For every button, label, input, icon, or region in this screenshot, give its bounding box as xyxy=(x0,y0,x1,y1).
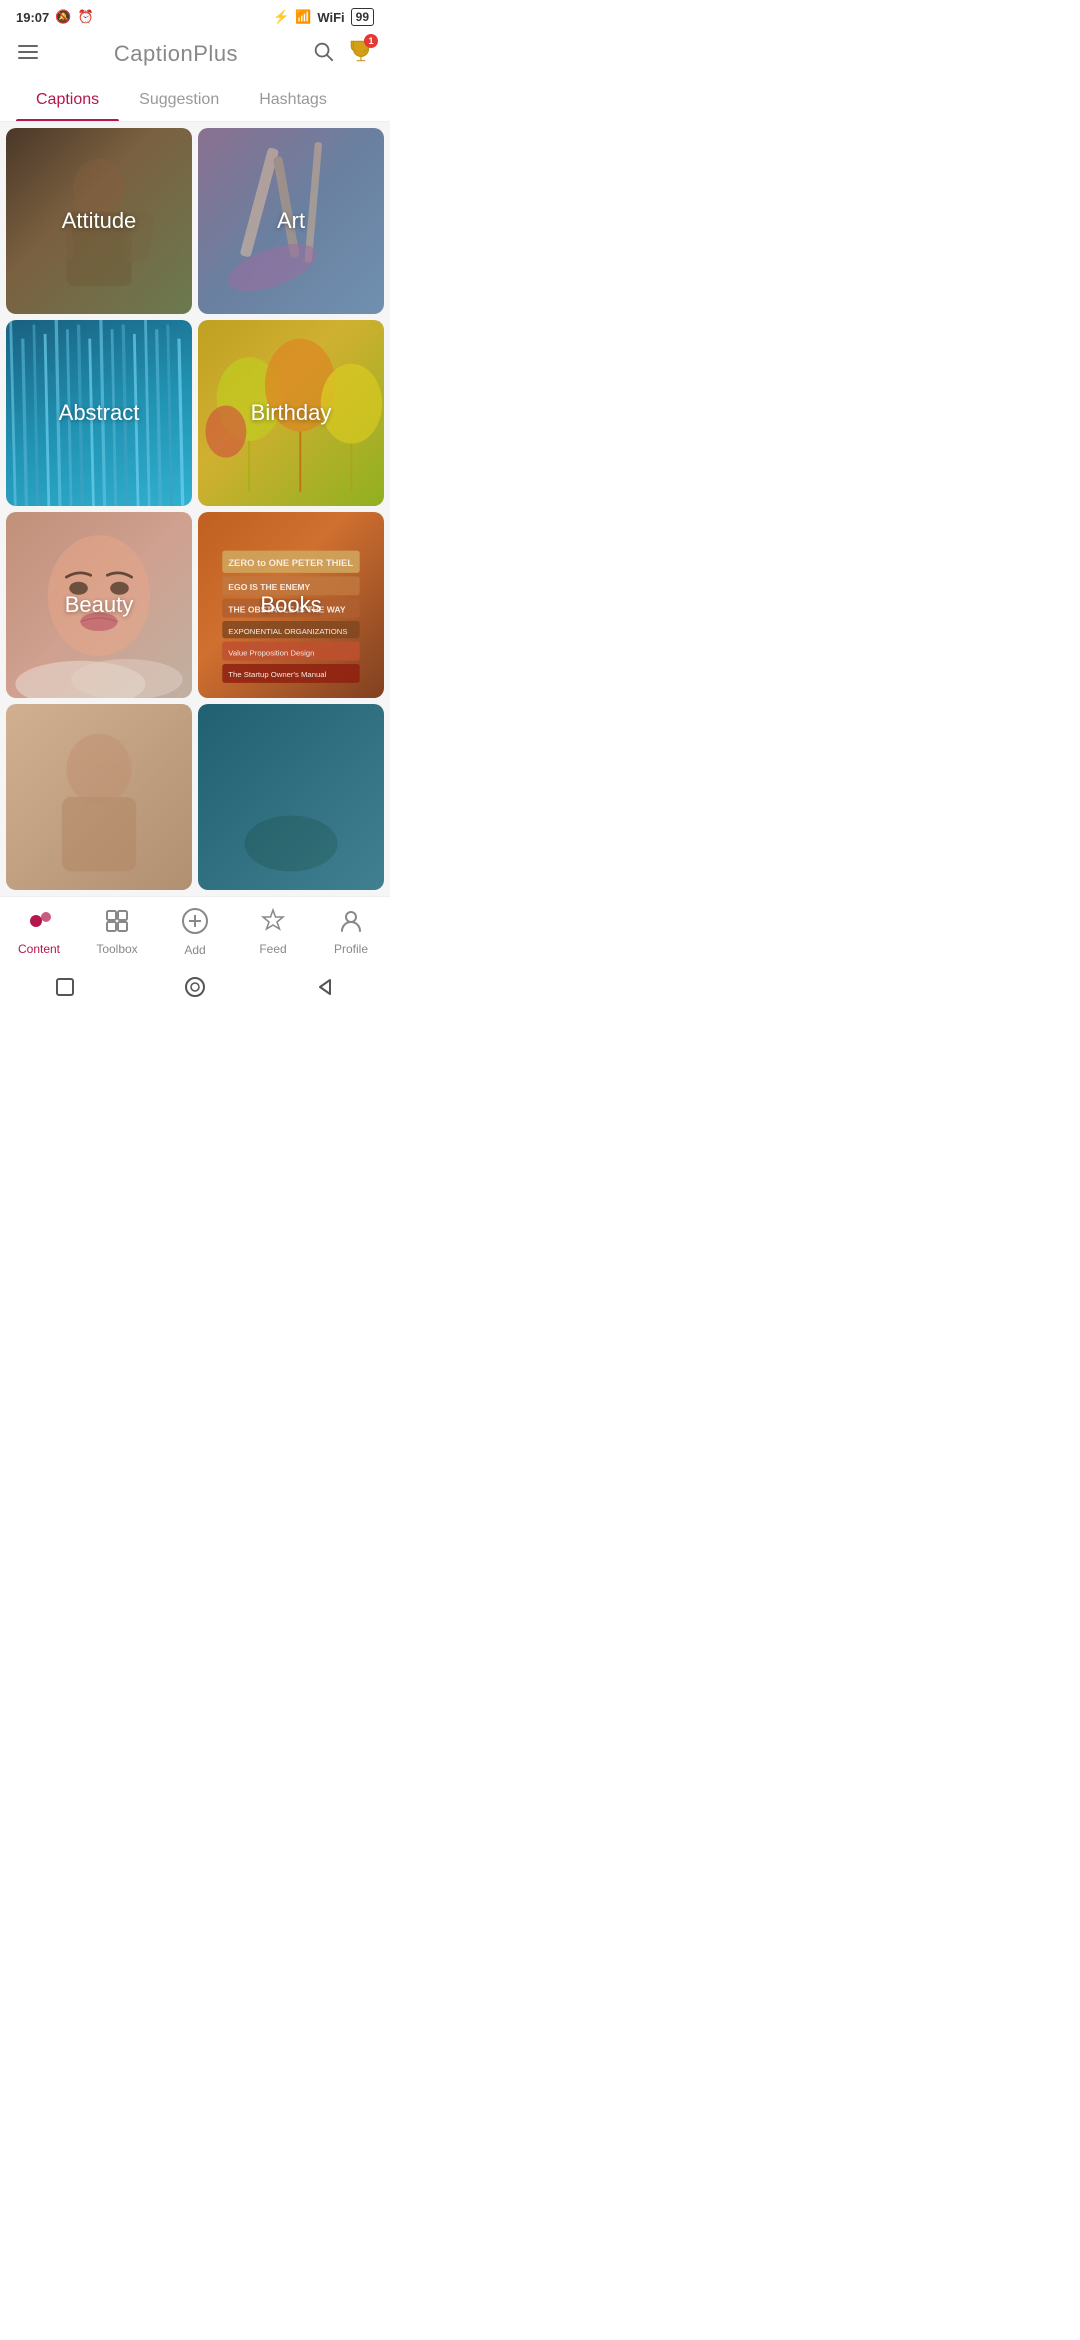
nav-item-profile[interactable]: Profile xyxy=(312,908,390,956)
feed-nav-label: Feed xyxy=(259,942,286,956)
sys-home-button[interactable] xyxy=(181,973,209,1001)
sys-back-button[interactable] xyxy=(311,973,339,1001)
status-left: 19:07 🔕 ⏰ xyxy=(16,9,94,25)
top-right-icons: 1 xyxy=(312,38,374,69)
attitude-label: Attitude xyxy=(6,128,192,314)
battery-icon: 99 xyxy=(351,8,374,26)
alarm-icon: ⏰ xyxy=(77,9,93,25)
top-bar: CaptionPlus 1 xyxy=(0,30,390,81)
bottom-right-label xyxy=(198,704,384,890)
content-icon xyxy=(26,908,52,938)
toolbox-icon xyxy=(104,908,130,938)
tabs-bar: Captions Suggestion Hashtags xyxy=(0,81,390,122)
content-grid: Attitude Art xyxy=(0,122,390,896)
art-label: Art xyxy=(198,128,384,314)
mute-icon: 🔕 xyxy=(55,9,71,25)
grid-item-books[interactable]: ZERO to ONE PETER THIEL EGO IS THE ENEMY… xyxy=(198,512,384,698)
grid-item-birthday[interactable]: Birthday xyxy=(198,320,384,506)
grid-item-beauty[interactable]: Beauty xyxy=(6,512,192,698)
books-label: Books xyxy=(198,512,384,698)
status-bar: 19:07 🔕 ⏰ ⚡ 📶 WiFi 99 xyxy=(0,0,390,30)
signal-icon: 📶 xyxy=(295,9,311,25)
grid-item-abstract[interactable]: Abstract xyxy=(6,320,192,506)
profile-icon xyxy=(338,908,364,938)
trophy-button[interactable]: 1 xyxy=(348,38,374,69)
toolbox-nav-label: Toolbox xyxy=(96,942,137,956)
status-time: 19:07 xyxy=(16,10,49,25)
profile-nav-label: Profile xyxy=(334,942,368,956)
nav-item-feed[interactable]: Feed xyxy=(234,908,312,956)
wifi-icon: WiFi xyxy=(317,10,344,25)
feed-icon xyxy=(260,908,286,938)
search-button[interactable] xyxy=(312,40,334,68)
content-nav-label: Content xyxy=(18,942,60,956)
bluetooth-icon: ⚡ xyxy=(273,9,289,25)
add-nav-label: Add xyxy=(184,943,205,957)
sys-square-button[interactable] xyxy=(51,973,79,1001)
grid-item-attitude[interactable]: Attitude xyxy=(6,128,192,314)
grid-item-bottom-left[interactable] xyxy=(6,704,192,890)
beauty-label: Beauty xyxy=(6,512,192,698)
status-right: ⚡ 📶 WiFi 99 xyxy=(273,8,374,26)
tab-hashtags[interactable]: Hashtags xyxy=(239,81,347,121)
birthday-label: Birthday xyxy=(198,320,384,506)
nav-item-toolbox[interactable]: Toolbox xyxy=(78,908,156,956)
app-title: CaptionPlus xyxy=(114,41,238,67)
bottom-left-label xyxy=(6,704,192,890)
nav-item-content[interactable]: Content xyxy=(0,908,78,956)
system-nav xyxy=(0,963,390,1017)
menu-icon[interactable] xyxy=(16,39,40,69)
nav-item-add[interactable]: Add xyxy=(156,907,234,957)
grid-item-bottom-right[interactable] xyxy=(198,704,384,890)
grid-item-art[interactable]: Art xyxy=(198,128,384,314)
bottom-nav: Content Toolbox Add xyxy=(0,896,390,963)
add-icon xyxy=(181,907,209,939)
tab-captions[interactable]: Captions xyxy=(16,81,119,121)
trophy-badge: 1 xyxy=(364,34,378,48)
abstract-label: Abstract xyxy=(6,320,192,506)
tab-suggestion[interactable]: Suggestion xyxy=(119,81,239,121)
